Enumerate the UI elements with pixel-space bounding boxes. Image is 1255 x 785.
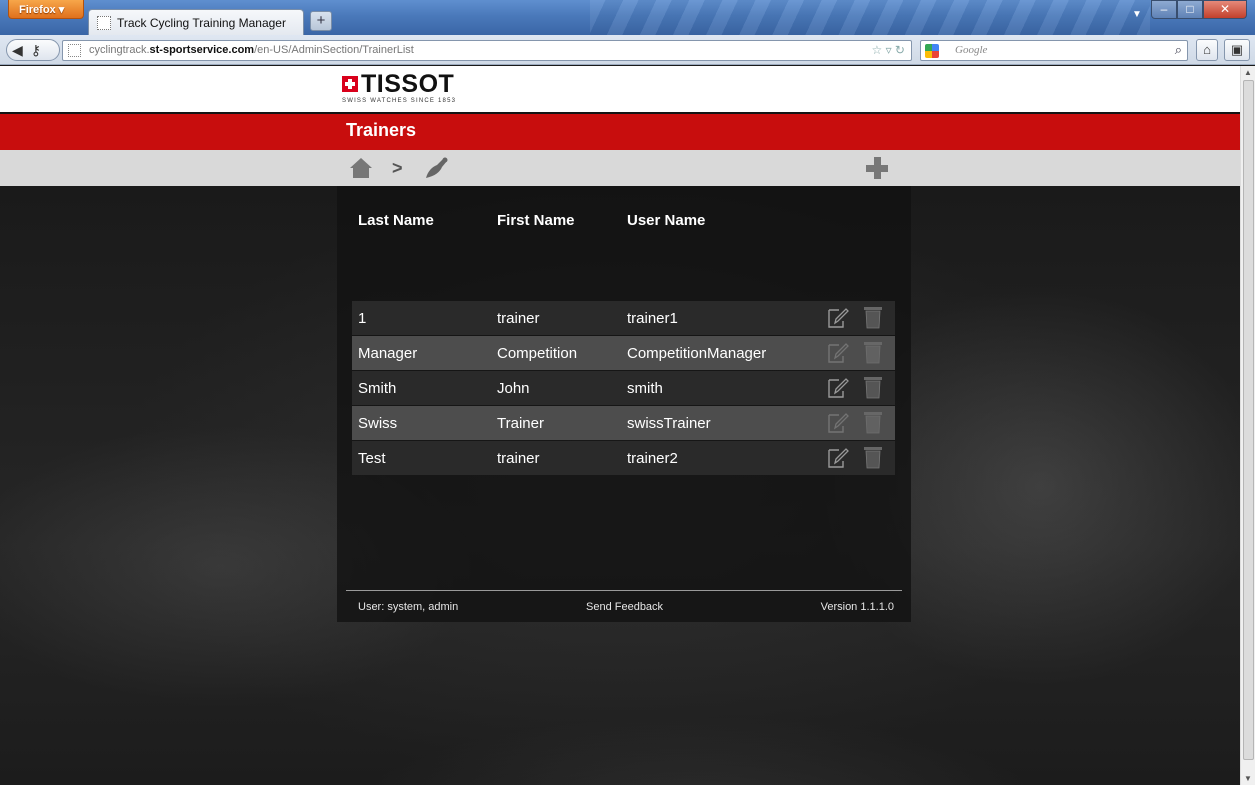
scroll-down-icon[interactable]: ▼ (1244, 774, 1252, 783)
cell-user-name: CompetitionManager (627, 345, 767, 362)
search-icon[interactable]: ⌕ (1175, 42, 1182, 58)
scrollbar-thumb[interactable] (1243, 80, 1254, 760)
home-button-icon[interactable]: ⌂ (1196, 39, 1218, 61)
table-row[interactable]: Test trainer trainer2 (352, 441, 895, 475)
trash-icon[interactable] (864, 446, 882, 469)
cell-user-name: trainer1 (627, 310, 678, 327)
url-bar[interactable]: cyclingtrack.st-sportservice.com/en-US/A… (62, 40, 912, 61)
breadcrumb-separator: > (392, 158, 403, 178)
logo-brand: TISSOT (361, 70, 455, 98)
cell-last-name: Test (358, 450, 386, 467)
site-identity-icon[interactable] (68, 44, 81, 57)
page-title: Trainers (346, 120, 417, 140)
url-prefix: cyclingtrack. (89, 44, 150, 56)
cell-first-name: Competition (497, 345, 578, 362)
cell-first-name: trainer (497, 450, 540, 467)
footer-user: User: system, admin (358, 601, 459, 613)
new-tab-button[interactable]: + (310, 11, 332, 31)
url-domain: st-sportservice.com (149, 44, 255, 56)
search-bar[interactable]: Google ⌕ (920, 40, 1188, 61)
trainer-icon[interactable] (423, 157, 449, 179)
table-row[interactable]: Swiss Trainer swissTrainer (352, 406, 895, 440)
logo-tagline: SWISS WATCHES SINCE 1853 (342, 98, 457, 104)
tissot-logo[interactable]: TISSOT SWISS WATCHES SINCE 1853 (342, 70, 457, 104)
swiss-cross-icon (342, 76, 358, 92)
cell-user-name: smith (627, 380, 663, 397)
window-controls: – □ ✕ (1151, 0, 1247, 19)
identity-icon[interactable]: ⚷ (31, 42, 41, 59)
edit-icon-disabled (828, 413, 849, 433)
send-feedback-link[interactable]: Send Feedback (586, 601, 663, 613)
add-trainer-icon[interactable] (866, 157, 888, 179)
close-icon[interactable]: ✕ (1203, 0, 1247, 19)
cell-last-name: 1 (358, 310, 367, 327)
edit-icon[interactable] (827, 447, 849, 469)
cell-first-name: Trainer (497, 415, 544, 432)
minimize-icon[interactable]: – (1151, 0, 1177, 19)
header-user-name[interactable]: User Name (627, 212, 705, 229)
edit-icon[interactable] (827, 377, 849, 399)
titlebar-decoration (590, 0, 1150, 35)
title-bar: Trainers (0, 114, 1240, 150)
cell-last-name: Manager (358, 345, 418, 362)
firefox-menu-label: Firefox (19, 4, 56, 16)
edit-icon[interactable] (827, 307, 849, 329)
cell-user-name: trainer2 (627, 450, 678, 467)
browser-tab[interactable]: Track Cycling Training Manager (88, 9, 304, 35)
list-all-tabs-icon[interactable]: ▼ (1132, 9, 1142, 20)
home-icon[interactable] (350, 158, 372, 178)
browser-navbar: ◀ ⚷ cyclingtrack.st-sportservice.com/en-… (0, 35, 1255, 65)
url-path: /en-US/AdminSection/TrainerList (254, 44, 414, 56)
tab-title: Track Cycling Training Manager (117, 15, 286, 30)
table-row[interactable]: Manager Competition CompetitionManager (352, 336, 895, 370)
header-last-name[interactable]: Last Name (358, 212, 434, 229)
trash-icon[interactable] (864, 376, 882, 399)
bookmark-star-icon[interactable]: ☆ ▿ ↻ (871, 43, 905, 57)
addons-icon[interactable]: ▣ (1224, 39, 1250, 61)
vertical-scrollbar[interactable]: ▲ ▼ (1240, 66, 1255, 785)
google-engine-icon[interactable] (925, 44, 939, 58)
back-arrow-icon[interactable]: ◀ (12, 42, 23, 59)
cell-user-name: swissTrainer (627, 415, 711, 432)
edit-icon-disabled (828, 343, 849, 363)
firefox-menu-button[interactable]: Firefox ▾ (8, 0, 84, 19)
cell-first-name: trainer (497, 310, 540, 327)
trainer-list-panel: Last Name First Name User Name 1 trainer… (337, 186, 911, 622)
back-forward-group: ◀ ⚷ (6, 39, 60, 61)
cell-first-name: John (497, 380, 530, 397)
cell-last-name: Swiss (358, 415, 398, 432)
breadcrumb: > (0, 150, 1240, 186)
cell-last-name: Smith (358, 380, 397, 397)
header-first-name[interactable]: First Name (497, 212, 575, 229)
maximize-icon[interactable]: □ (1177, 0, 1203, 19)
page-viewport: TISSOT SWISS WATCHES SINCE 1853 Trainers… (0, 66, 1240, 785)
trash-icon[interactable] (864, 306, 882, 329)
table-row[interactable]: Smith John smith (352, 371, 895, 405)
page-footer: User: system, admin Send Feedback Versio… (346, 590, 902, 620)
browser-titlebar: Firefox ▾ Track Cycling Training Manager… (0, 0, 1255, 35)
tab-favicon-icon (97, 15, 111, 30)
table-row[interactable]: 1 trainer trainer1 (352, 301, 895, 335)
scroll-up-icon[interactable]: ▲ (1244, 68, 1252, 77)
trash-icon-disabled (864, 412, 882, 434)
table-header: Last Name First Name User Name (352, 212, 897, 234)
footer-version: Version 1.1.1.0 (820, 601, 894, 613)
site-header: TISSOT SWISS WATCHES SINCE 1853 (0, 66, 1240, 112)
search-placeholder: Google (955, 44, 988, 56)
trash-icon-disabled (864, 342, 882, 364)
